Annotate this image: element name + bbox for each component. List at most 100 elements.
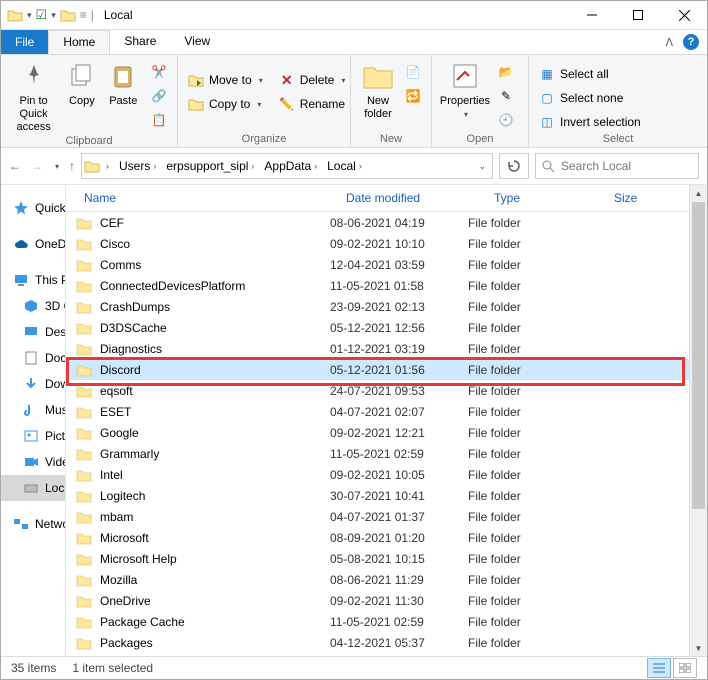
table-row[interactable]: Package Cache11-05-2021 02:59File folder: [66, 611, 689, 632]
table-row[interactable]: Packages04-12-2021 05:37File folder: [66, 632, 689, 653]
maximize-button[interactable]: [615, 1, 661, 29]
ribbon: Pin to Quick access Copy Paste ✂️ 🔗 📋 Cl…: [1, 55, 707, 148]
refresh-button[interactable]: [499, 153, 529, 179]
file-date: 01-12-2021 03:19: [330, 342, 468, 356]
copy-button[interactable]: Copy: [62, 59, 101, 108]
table-row[interactable]: D3DSCache05-12-2021 12:56File folder: [66, 317, 689, 338]
table-row[interactable]: CrashDumps23-09-2021 02:13File folder: [66, 296, 689, 317]
file-type: File folder: [468, 258, 588, 272]
nav-item[interactable]: Local Disk (C:): [1, 475, 65, 501]
file-type: File folder: [468, 510, 588, 524]
column-date[interactable]: Date modified: [336, 191, 484, 205]
file-date: 09-02-2021 10:10: [330, 237, 468, 251]
table-row[interactable]: Grammarly11-05-2021 02:59File folder: [66, 443, 689, 464]
table-row[interactable]: ESET04-07-2021 02:07File folder: [66, 401, 689, 422]
nav-back-button[interactable]: ←: [9, 159, 21, 173]
open-button[interactable]: 📂: [494, 61, 518, 83]
table-row[interactable]: Google09-02-2021 12:21File folder: [66, 422, 689, 443]
file-type: File folder: [468, 615, 588, 629]
nav-item[interactable]: Music: [1, 397, 65, 423]
file-date: 23-09-2021 02:13: [330, 300, 468, 314]
file-list[interactable]: CEF08-06-2021 04:19File folderCisco09-02…: [66, 212, 689, 657]
nav-item[interactable]: Documents: [1, 345, 65, 371]
file-type: File folder: [468, 594, 588, 608]
status-item-count: 35 items: [11, 661, 56, 675]
file-date: 24-07-2021 09:53: [330, 384, 468, 398]
group-select-label: Select: [529, 133, 707, 147]
table-row[interactable]: Logitech30-07-2021 10:41File folder: [66, 485, 689, 506]
table-row[interactable]: Cisco09-02-2021 10:10File folder: [66, 233, 689, 254]
pic-icon: [23, 428, 39, 444]
tab-share[interactable]: Share: [110, 30, 170, 54]
ribbon-toggle-icon[interactable]: ᐱ: [665, 36, 673, 49]
cut-button[interactable]: ✂️: [147, 61, 171, 83]
select-none-button[interactable]: ▢Select none: [535, 87, 645, 109]
paste-shortcut-button[interactable]: 📋: [147, 109, 171, 131]
cloud-icon: [13, 236, 29, 252]
invert-selection-button[interactable]: ◫Invert selection: [535, 111, 645, 133]
close-button[interactable]: [661, 1, 707, 29]
easy-access-button[interactable]: 🔁: [401, 85, 425, 107]
nav-item[interactable]: 3D Objects: [1, 293, 65, 319]
file-type: File folder: [468, 321, 588, 335]
table-row[interactable]: Diagnostics01-12-2021 03:19File folder: [66, 338, 689, 359]
table-row[interactable]: CEF08-06-2021 04:19File folder: [66, 212, 689, 233]
table-row[interactable]: mbam04-07-2021 01:37File folder: [66, 506, 689, 527]
search-input[interactable]: Search Local: [535, 153, 699, 179]
file-type: File folder: [468, 489, 588, 503]
nav-item[interactable]: Pictures: [1, 423, 65, 449]
history-button[interactable]: 🕘: [494, 109, 518, 131]
column-size[interactable]: Size: [604, 191, 689, 205]
properties-button[interactable]: Properties▾: [438, 59, 492, 121]
select-all-button[interactable]: ▦Select all: [535, 63, 645, 85]
table-row[interactable]: Microsoft08-09-2021 01:20File folder: [66, 527, 689, 548]
table-row[interactable]: Microsoft Help05-08-2021 10:15File folde…: [66, 548, 689, 569]
pin-to-quick-access-button[interactable]: Pin to Quick access: [7, 59, 60, 135]
edit-button[interactable]: ✎: [494, 85, 518, 107]
table-row[interactable]: ConnectedDevicesPlatform11-05-2021 01:58…: [66, 275, 689, 296]
table-row[interactable]: Mozilla08-06-2021 11:29File folder: [66, 569, 689, 590]
nav-item[interactable]: Quick access: [1, 195, 65, 221]
nav-item[interactable]: Downloads: [1, 371, 65, 397]
nav-forward-button[interactable]: →: [31, 159, 43, 173]
file-name: Microsoft Help: [100, 552, 330, 566]
table-row[interactable]: Comms12-04-2021 03:59File folder: [66, 254, 689, 275]
nav-item[interactable]: Network: [1, 511, 65, 537]
table-row[interactable]: OneDrive09-02-2021 11:30File folder: [66, 590, 689, 611]
table-row[interactable]: Intel09-02-2021 10:05File folder: [66, 464, 689, 485]
nav-item[interactable]: This PC: [1, 267, 65, 293]
new-item-button[interactable]: 📄: [401, 61, 425, 83]
view-icons-button[interactable]: [673, 658, 697, 678]
file-type: File folder: [468, 636, 588, 650]
tab-file[interactable]: File: [1, 30, 48, 54]
table-row[interactable]: eqsoft24-07-2021 09:53File folder: [66, 380, 689, 401]
view-details-button[interactable]: [647, 658, 671, 678]
nav-item[interactable]: Desktop: [1, 319, 65, 345]
column-type[interactable]: Type: [484, 191, 604, 205]
navigation-pane[interactable]: Quick access OneDrive This PC3D ObjectsDes…: [1, 185, 66, 657]
paste-button[interactable]: Paste: [104, 59, 143, 108]
column-headers[interactable]: Name Date modified Type Size: [66, 185, 689, 212]
tab-view[interactable]: View: [170, 30, 224, 54]
copy-to-button[interactable]: Copy to▾: [184, 93, 267, 115]
status-bar: 35 items 1 item selected: [1, 656, 707, 679]
move-to-button[interactable]: Move to▾: [184, 69, 267, 91]
rename-button[interactable]: ✏️Rename: [275, 93, 350, 115]
table-row[interactable]: Discord05-12-2021 01:56File folder: [66, 359, 689, 380]
address-bar[interactable]: › Users› erpsupport_sipl› AppData› Local…: [81, 153, 493, 179]
down-icon: [23, 376, 39, 392]
copy-path-button[interactable]: 🔗: [147, 85, 171, 107]
tab-home[interactable]: Home: [48, 30, 110, 54]
vertical-scrollbar[interactable]: ▲ ▼: [689, 185, 707, 657]
file-name: CrashDumps: [100, 300, 330, 314]
file-name: Discord: [100, 363, 330, 377]
column-name[interactable]: Name: [66, 191, 336, 205]
new-folder-button[interactable]: New folder: [357, 59, 399, 121]
nav-item[interactable]: OneDrive: [1, 231, 65, 257]
delete-button[interactable]: ✕Delete▾: [275, 69, 350, 91]
nav-up-button[interactable]: ↑: [69, 159, 75, 173]
minimize-button[interactable]: [569, 1, 615, 29]
help-icon[interactable]: ?: [683, 34, 699, 50]
nav-item[interactable]: Videos: [1, 449, 65, 475]
file-date: 05-08-2021 10:15: [330, 552, 468, 566]
